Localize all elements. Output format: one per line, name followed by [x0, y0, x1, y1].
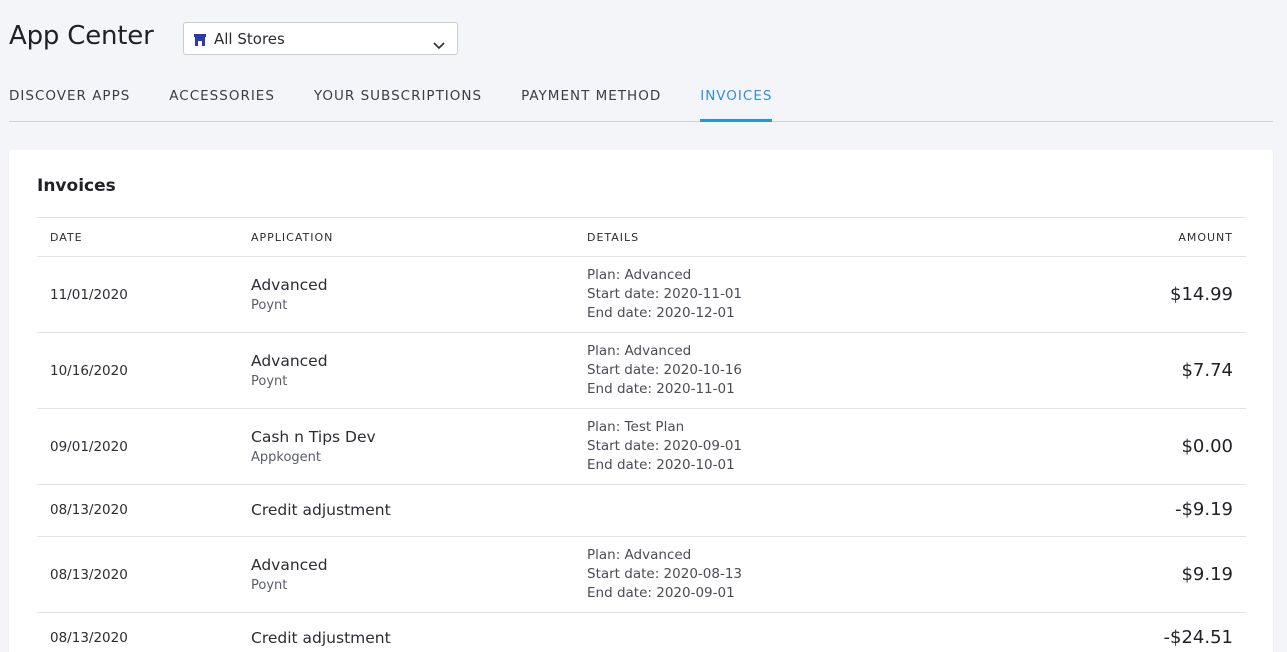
- invoice-date: 08/13/2020: [50, 630, 128, 646]
- app-publisher: Poynt: [251, 298, 288, 313]
- tab-accessories[interactable]: ACCESSORIES: [169, 82, 275, 122]
- tab-invoices[interactable]: INVOICES: [700, 82, 773, 122]
- table-row: 11/01/2020 Advanced Poynt Plan: Advanced…: [37, 257, 1246, 333]
- table-row: 08/13/2020 Credit adjustment -$24.51: [37, 613, 1246, 652]
- end-date-text: End date: 2020-12-01: [587, 305, 735, 321]
- page-title: App Center: [9, 21, 154, 51]
- invoices-table: DATE APPLICATION DETAILS AMOUNT 11/01/20…: [37, 217, 1246, 652]
- start-date-text: Start date: 2020-10-16: [587, 362, 743, 378]
- invoice-details: Plan: Advanced Start date: 2020-08-13 En…: [587, 546, 742, 603]
- column-header-application: APPLICATION: [251, 231, 334, 244]
- invoice-details: Plan: Test Plan Start date: 2020-09-01 E…: [587, 418, 742, 475]
- app-name: Credit adjustment: [251, 501, 391, 519]
- plan-text: Plan: Test Plan: [587, 419, 685, 435]
- invoice-details: Plan: Advanced Start date: 2020-11-01 En…: [587, 266, 742, 323]
- invoice-application: Cash n Tips Dev Appkogent: [251, 427, 376, 468]
- invoice-date: 08/13/2020: [50, 502, 128, 518]
- invoice-amount: -$24.51: [1163, 627, 1233, 648]
- tab-bar: DISCOVER APPS ACCESSORIES YOUR SUBSCRIPT…: [9, 82, 1273, 122]
- app-name: Cash n Tips Dev: [251, 428, 376, 446]
- invoice-application: Credit adjustment: [251, 500, 391, 521]
- end-date-text: End date: 2020-10-01: [587, 457, 735, 473]
- app-center-page: App Center All Stores DISCOVER APPS ACCE…: [0, 0, 1287, 652]
- table-row: 10/16/2020 Advanced Poynt Plan: Advanced…: [37, 333, 1246, 409]
- start-date-text: Start date: 2020-11-01: [587, 286, 743, 302]
- app-publisher: Appkogent: [251, 450, 322, 465]
- column-header-amount: AMOUNT: [1178, 231, 1233, 244]
- plan-text: Plan: Advanced: [587, 547, 692, 563]
- invoice-application: Credit adjustment: [251, 628, 391, 649]
- invoice-date: 08/13/2020: [50, 567, 128, 583]
- invoice-application: Advanced Poynt: [251, 555, 328, 596]
- app-name: Advanced: [251, 556, 328, 574]
- store-icon: [193, 32, 207, 46]
- app-publisher: Poynt: [251, 578, 288, 593]
- invoices-card: Invoices DATE APPLICATION DETAILS AMOUNT…: [9, 150, 1273, 652]
- column-header-date: DATE: [50, 231, 83, 244]
- table-row: 08/13/2020 Advanced Poynt Plan: Advanced…: [37, 537, 1246, 613]
- invoice-amount: $14.99: [1170, 284, 1233, 305]
- table-header: DATE APPLICATION DETAILS AMOUNT: [37, 218, 1246, 257]
- app-name: Advanced: [251, 276, 328, 294]
- store-select[interactable]: All Stores: [183, 22, 458, 55]
- invoice-date: 09/01/2020: [50, 439, 128, 455]
- app-name: Credit adjustment: [251, 629, 391, 647]
- table-row: 09/01/2020 Cash n Tips Dev Appkogent Pla…: [37, 409, 1246, 485]
- tab-your-subscriptions[interactable]: YOUR SUBSCRIPTIONS: [314, 82, 482, 122]
- invoice-amount: $7.74: [1181, 360, 1233, 381]
- plan-text: Plan: Advanced: [587, 267, 692, 283]
- invoice-details: Plan: Advanced Start date: 2020-10-16 En…: [587, 342, 742, 399]
- app-publisher: Poynt: [251, 374, 288, 389]
- end-date-text: End date: 2020-11-01: [587, 381, 735, 397]
- column-header-details: DETAILS: [587, 231, 640, 244]
- invoice-application: Advanced Poynt: [251, 351, 328, 392]
- invoice-amount: $9.19: [1181, 564, 1233, 585]
- invoice-amount: $0.00: [1181, 436, 1233, 457]
- store-select-value: All Stores: [214, 29, 285, 48]
- invoices-title: Invoices: [37, 176, 116, 196]
- chevron-down-icon: [433, 35, 445, 49]
- start-date-text: Start date: 2020-09-01: [587, 438, 743, 454]
- invoice-date: 11/01/2020: [50, 287, 128, 303]
- invoice-application: Advanced Poynt: [251, 275, 328, 316]
- table-row: 08/13/2020 Credit adjustment -$9.19: [37, 485, 1246, 537]
- start-date-text: Start date: 2020-08-13: [587, 566, 743, 582]
- app-name: Advanced: [251, 352, 328, 370]
- tab-discover-apps[interactable]: DISCOVER APPS: [9, 82, 130, 122]
- invoice-amount: -$9.19: [1174, 499, 1233, 520]
- end-date-text: End date: 2020-09-01: [587, 585, 735, 601]
- invoice-date: 10/16/2020: [50, 363, 128, 379]
- tab-payment-method[interactable]: PAYMENT METHOD: [521, 82, 661, 122]
- plan-text: Plan: Advanced: [587, 343, 692, 359]
